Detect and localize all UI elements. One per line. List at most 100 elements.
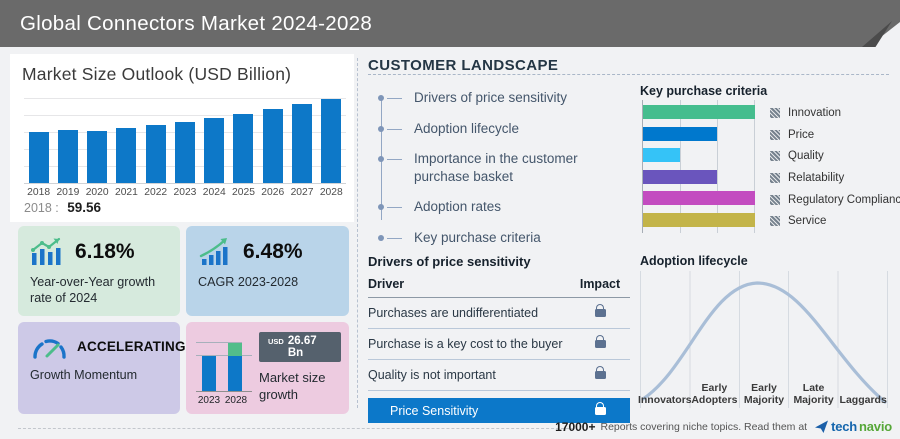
horizontal-dashed-divider <box>368 74 889 75</box>
driver-cell: Purchases are undifferentiated <box>368 306 570 320</box>
reports-count: 17000+ <box>555 420 595 434</box>
market-size-title: Market Size Outlook (USD Billion) <box>22 64 291 85</box>
momentum-label: Growth Momentum <box>30 367 168 383</box>
legend-label: Regulatory Compliance <box>788 194 900 206</box>
lock-icon <box>595 309 606 317</box>
legend-item: Regulatory Compliance <box>770 189 900 211</box>
page-title: Global Connectors Market 2024-2028 <box>20 0 372 47</box>
bar-2028-growth <box>228 343 242 356</box>
table-row: Quality is not important <box>368 360 630 391</box>
bar-2027 <box>292 104 312 183</box>
base-year-stat: 2018 : 59.56 <box>24 200 101 215</box>
badge-value: 26.67 Bn <box>288 335 332 359</box>
legend-item: Innovation <box>770 102 900 124</box>
adoption-stage-label: Innovators <box>640 376 690 406</box>
bar-2026 <box>263 109 283 183</box>
footer: 17000+ Reports covering niche topics. Re… <box>555 419 892 434</box>
bar-slot <box>83 131 112 183</box>
bar-2025 <box>233 114 253 183</box>
bar-2022 <box>146 125 166 183</box>
key-purchase-legend: Innovation Price Quality Relatability Regula… <box>770 102 900 232</box>
hbar-service <box>643 213 755 227</box>
bar-chart-up-arrow-icon <box>30 237 66 267</box>
legend-item: Relatability <box>770 167 900 189</box>
adoption-lifecycle-chart: InnovatorsEarly AdoptersEarly MajorityLa… <box>640 271 888 408</box>
yoy-label: Year-over-Year growth rate of 2024 <box>30 274 168 306</box>
bar-2018 <box>29 132 49 183</box>
technavio-arrow-icon <box>815 420 829 434</box>
key-purchase-bar-chart <box>642 100 755 233</box>
lock-icon <box>595 407 606 415</box>
x-tick-label: 2020 <box>83 187 112 198</box>
bar-slot <box>141 125 170 183</box>
adoption-stage-label: Late Majority <box>789 376 839 406</box>
vertical-dashed-divider <box>357 58 358 408</box>
legend-item: Quality <box>770 145 900 167</box>
growth-momentum-card: ACCELERATING Growth Momentum <box>18 322 180 414</box>
market-size-bar-chart: 2018201920202021202220232024202520262027… <box>24 97 346 198</box>
bar-2019 <box>58 130 78 183</box>
legend-swatch-icon <box>770 216 780 226</box>
table-row: Purchase is a key cost to the buyer <box>368 329 630 360</box>
x-tick-label: 2018 <box>24 187 53 198</box>
market-size-growth-card: 2023 2028 USD 26.67 Bn Market size growt… <box>186 322 349 414</box>
growth-badge: USD 26.67 Bn <box>259 332 341 362</box>
bar-2028 <box>321 99 341 183</box>
hbar-innovation <box>643 105 755 119</box>
list-item: Importance in the customer purchase bask… <box>368 144 626 192</box>
table-header: Driver Impact <box>368 273 630 298</box>
bar-slot <box>53 130 82 183</box>
bar-slot <box>258 109 287 183</box>
yoy-value: 6.18% <box>75 240 135 264</box>
cagr-card: 6.48% CAGR 2023-2028 <box>186 226 349 316</box>
x-tick-label: 2021 <box>112 187 141 198</box>
bar-slot <box>287 104 316 183</box>
hbar-price <box>643 127 717 141</box>
impact-cell <box>570 371 630 379</box>
brand-part2: navio <box>859 419 892 434</box>
driver-cell: Purchase is a key cost to the buyer <box>368 337 570 351</box>
footer-dashed-line <box>18 428 574 429</box>
legend-label: Quality <box>788 150 824 162</box>
table-row: Purchases are undifferentiated <box>368 298 630 329</box>
cagr-value: 6.48% <box>243 240 303 264</box>
growth-mini-chart: 2023 2028 <box>196 330 254 406</box>
momentum-value: ACCELERATING <box>77 339 186 354</box>
base-year-label: 2018 <box>24 201 52 215</box>
bar-2023 <box>175 122 195 184</box>
infographic-root: Global Connectors Market 2024-2028 Marke… <box>0 0 900 439</box>
bar-2020 <box>87 131 107 183</box>
legend-item: Service <box>770 210 900 232</box>
highlight-label: Price Sensitivity <box>368 404 570 418</box>
base-year-sep: : <box>55 201 58 215</box>
bar-slot <box>317 99 346 183</box>
x-tick-label: 2023 <box>170 187 199 198</box>
x-tick-label: 2026 <box>258 187 287 198</box>
header-bar: Global Connectors Market 2024-2028 <box>0 0 900 47</box>
list-item: Adoption rates <box>368 192 626 223</box>
legend-label: Innovation <box>788 107 841 119</box>
ascending-bars-curve-arrow-icon <box>198 237 234 267</box>
key-purchase-title: Key purchase criteria <box>640 84 767 98</box>
hbar-relatability <box>643 170 717 184</box>
price-sensitivity-title: Drivers of price sensitivity <box>368 254 531 269</box>
impact-column-header: Impact <box>570 277 630 291</box>
badge-currency: USD <box>268 337 284 346</box>
driver-column-header: Driver <box>368 277 570 291</box>
lock-icon <box>595 371 606 379</box>
legend-label: Price <box>788 129 814 141</box>
x-tick-label: 2019 <box>53 187 82 198</box>
adoption-stage-label: Early Adopters <box>690 376 740 406</box>
yoy-growth-card: 6.18% Year-over-Year growth rate of 2024 <box>18 226 180 316</box>
adoption-lifecycle-title: Adoption lifecycle <box>640 254 748 268</box>
price-sensitivity-table: Driver Impact Purchases are undifferenti… <box>368 273 630 423</box>
list-item: Key purchase criteria <box>368 223 626 254</box>
adoption-stage-label: Early Majority <box>739 376 789 406</box>
bar-slot <box>200 118 229 183</box>
cagr-label: CAGR 2023-2028 <box>198 274 337 290</box>
bar-slot <box>229 114 258 183</box>
speedometer-gauge-icon <box>30 333 68 360</box>
legend-swatch-icon <box>770 173 780 183</box>
mini-label-2023: 2023 <box>196 395 222 406</box>
bar-2021 <box>116 128 136 183</box>
